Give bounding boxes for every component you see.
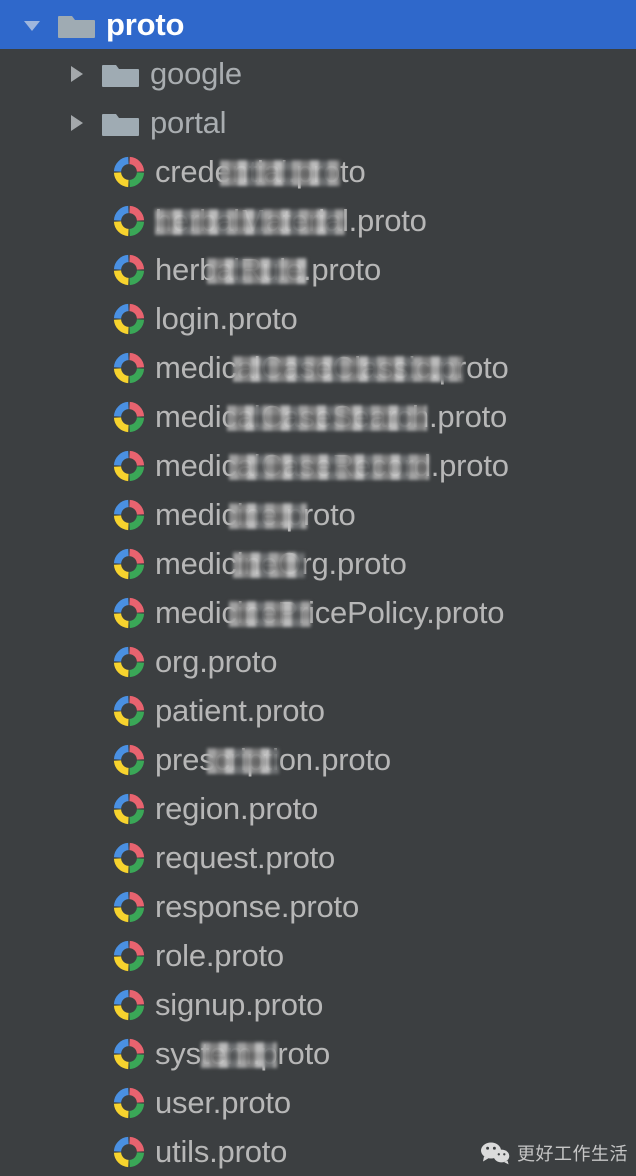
- proto-file-icon: [112, 1135, 146, 1169]
- tree-row-label: utils.proto: [155, 1134, 287, 1169]
- tree-row-label: medicalCaseSearch.proto: [155, 399, 507, 434]
- tree-row-label: patient.proto: [155, 693, 325, 728]
- tree-row-label: request.proto: [155, 840, 335, 875]
- proto-file-icon: [112, 841, 146, 875]
- proto-file-icon: [112, 645, 146, 679]
- wechat-watermark: 更好工作生活: [480, 1140, 628, 1166]
- proto-file-icon: [112, 694, 146, 728]
- file-name-wrapper: medicalCaseRecord.proto: [155, 450, 509, 481]
- file-name-wrapper: medicinePricePolicy.proto: [155, 597, 504, 628]
- file-name-wrapper: utils.proto: [155, 1136, 287, 1167]
- wechat-icon: [480, 1141, 510, 1165]
- tree-row-label: region.proto: [155, 791, 318, 826]
- file-name-wrapper: herbalRule.proto: [155, 254, 381, 285]
- tree-row-file[interactable]: medicalCaseRecord.proto: [0, 441, 636, 490]
- proto-file-icon: [112, 351, 146, 385]
- file-name-wrapper: patient.proto: [155, 695, 325, 726]
- file-name-wrapper: medicineOrg.proto: [155, 548, 407, 579]
- proto-file-icon: [112, 939, 146, 973]
- tree-row-label: medicine.proto: [155, 497, 356, 532]
- file-name-wrapper: medicalCaseClassic.proto: [155, 352, 509, 383]
- proto-file-icon: [112, 400, 146, 434]
- tree-row-label: prescription.proto: [155, 742, 391, 777]
- proto-file-icon: [112, 988, 146, 1022]
- proto-file-icon: [112, 155, 146, 189]
- tree-row-label: signup.proto: [155, 987, 323, 1022]
- proto-file-icon: [112, 1086, 146, 1120]
- tree-row-label: credential.proto: [155, 154, 366, 189]
- file-name-wrapper: org.proto: [155, 646, 277, 677]
- tree-row-label: herbalMaterial.proto: [155, 203, 427, 238]
- tree-row-label: google: [150, 58, 242, 89]
- folder-icon: [58, 10, 96, 40]
- tree-row-file[interactable]: credential.proto: [0, 147, 636, 196]
- tree-row-label: response.proto: [155, 889, 359, 924]
- tree-row-file[interactable]: region.proto: [0, 784, 636, 833]
- tree-row-file[interactable]: herbalMaterial.proto: [0, 196, 636, 245]
- proto-file-icon: [112, 253, 146, 287]
- tree-row-file[interactable]: patient.proto: [0, 686, 636, 735]
- file-name-wrapper: login.proto: [155, 303, 298, 334]
- tree-row-folder-proto[interactable]: proto: [0, 0, 636, 49]
- tree-row-label: system.proto: [155, 1036, 330, 1071]
- tree-row-label: medicineOrg.proto: [155, 546, 407, 581]
- project-file-tree[interactable]: proto google portal credential.proto herbalM…: [0, 0, 636, 1174]
- file-name-wrapper: prescription.proto: [155, 744, 391, 775]
- tree-row-label: org.proto: [155, 644, 277, 679]
- proto-file-icon: [112, 743, 146, 777]
- folder-icon: [102, 59, 140, 89]
- tree-row-label: user.proto: [155, 1085, 291, 1120]
- file-name-wrapper: user.proto: [155, 1087, 291, 1118]
- file-name-wrapper: response.proto: [155, 891, 359, 922]
- tree-row-file[interactable]: prescription.proto: [0, 735, 636, 784]
- proto-file-icon: [112, 449, 146, 483]
- tree-row-file[interactable]: role.proto: [0, 931, 636, 980]
- proto-file-icon: [112, 596, 146, 630]
- tree-row-file[interactable]: user.proto: [0, 1078, 636, 1127]
- tree-row-folder-portal[interactable]: portal: [0, 98, 636, 147]
- folder-icon: [102, 108, 140, 138]
- tree-row-label: role.proto: [155, 938, 284, 973]
- tree-row-file[interactable]: request.proto: [0, 833, 636, 882]
- tree-row-label: medicalCaseClassic.proto: [155, 350, 509, 385]
- proto-file-icon: [112, 302, 146, 336]
- file-name-wrapper: signup.proto: [155, 989, 323, 1020]
- file-name-wrapper: credential.proto: [155, 156, 366, 187]
- tree-row-file[interactable]: medicalCaseSearch.proto: [0, 392, 636, 441]
- tree-row-file[interactable]: org.proto: [0, 637, 636, 686]
- file-name-wrapper: system.proto: [155, 1038, 330, 1069]
- proto-file-icon: [112, 498, 146, 532]
- proto-file-icon: [112, 204, 146, 238]
- tree-row-file[interactable]: medicine.proto: [0, 490, 636, 539]
- tree-row-file[interactable]: response.proto: [0, 882, 636, 931]
- tree-row-file[interactable]: herbalRule.proto: [0, 245, 636, 294]
- tree-row-label: proto: [106, 9, 184, 40]
- proto-file-icon: [112, 890, 146, 924]
- tree-row-label: portal: [150, 107, 226, 138]
- tree-row-file[interactable]: signup.proto: [0, 980, 636, 1029]
- tree-row-file[interactable]: medicalCaseClassic.proto: [0, 343, 636, 392]
- tree-row-file[interactable]: medicinePricePolicy.proto: [0, 588, 636, 637]
- tree-row-folder-google[interactable]: google: [0, 49, 636, 98]
- file-name-wrapper: medicine.proto: [155, 499, 356, 530]
- proto-file-icon: [112, 792, 146, 826]
- chevron-right-icon[interactable]: [62, 109, 90, 137]
- file-name-wrapper: herbalMaterial.proto: [155, 205, 427, 236]
- file-name-wrapper: role.proto: [155, 940, 284, 971]
- file-name-wrapper: medicalCaseSearch.proto: [155, 401, 507, 432]
- tree-row-label: medicalCaseRecord.proto: [155, 448, 509, 483]
- file-name-wrapper: request.proto: [155, 842, 335, 873]
- chevron-down-icon[interactable]: [18, 11, 46, 39]
- proto-file-icon: [112, 1037, 146, 1071]
- tree-row-file[interactable]: login.proto: [0, 294, 636, 343]
- chevron-right-icon[interactable]: [62, 60, 90, 88]
- tree-row-file[interactable]: system.proto: [0, 1029, 636, 1078]
- watermark-label: 更好工作生活: [517, 1140, 628, 1166]
- tree-row-label: medicinePricePolicy.proto: [155, 595, 504, 630]
- tree-row-file[interactable]: medicineOrg.proto: [0, 539, 636, 588]
- file-name-wrapper: region.proto: [155, 793, 318, 824]
- proto-file-icon: [112, 547, 146, 581]
- tree-row-label: login.proto: [155, 301, 298, 336]
- tree-row-label: herbalRule.proto: [155, 252, 381, 287]
